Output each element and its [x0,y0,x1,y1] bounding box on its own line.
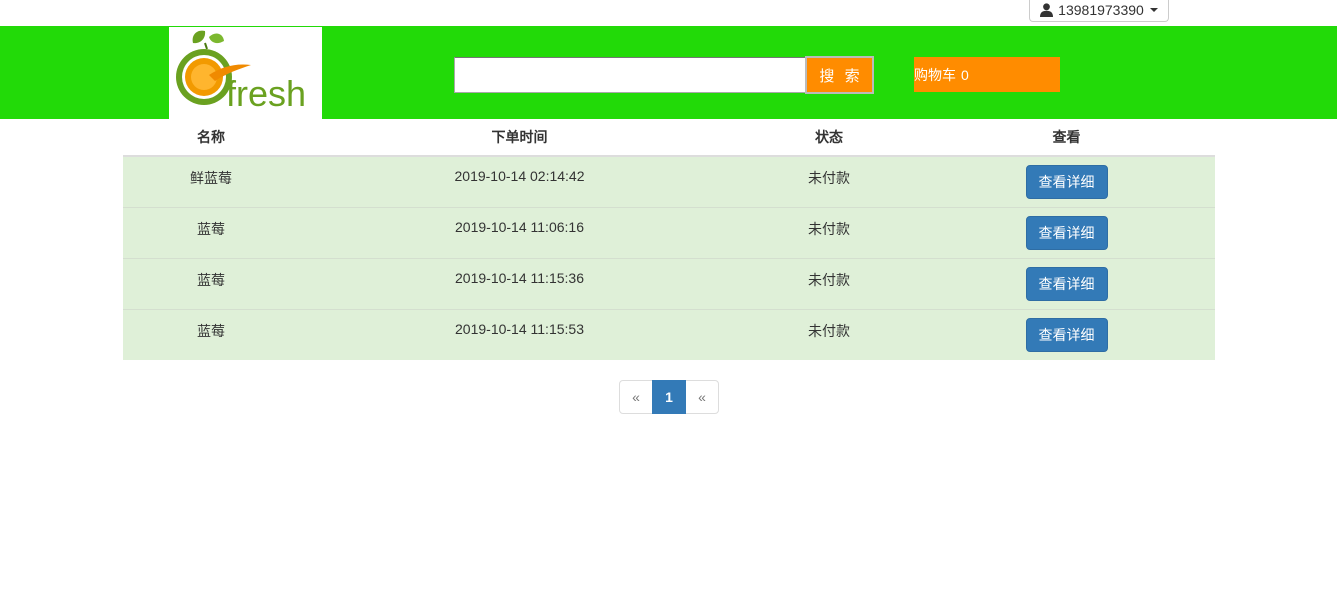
column-header-view: 查看 [918,119,1215,157]
page-number-1[interactable]: 1 [652,380,686,414]
search-button[interactable]: 搜 索 [805,56,874,94]
order-status: 未付款 [740,308,918,360]
top-bar: 13981973390 [0,0,1337,26]
site-header: fresh 搜 索 购物车 0 [0,26,1337,119]
logo-image: fresh [176,30,306,114]
cart-label: 购物车 [914,66,956,83]
order-name: 蓝莓 [123,308,299,360]
cart-count: 0 [961,66,969,83]
column-header-time: 下单时间 [299,119,740,157]
column-header-name: 名称 [123,119,299,157]
table-row: 蓝莓 2019-10-14 11:15:53 未付款 查看详细 [123,308,1215,360]
view-details-button[interactable]: 查看详细 [1025,165,1108,199]
table-row: 鲜蓝莓 2019-10-14 02:14:42 未付款 查看详细 [123,156,1215,207]
logo[interactable]: fresh [169,27,322,119]
order-time: 2019-10-14 02:14:42 [299,156,740,207]
user-phone: 13981973390 [1058,2,1144,18]
page-prev-button[interactable]: « [619,380,653,414]
order-action-cell: 查看详细 [918,206,1215,258]
orders-table: 名称 下单时间 状态 查看 鲜蓝莓 2019-10-14 02:14:42 未付… [123,119,1215,360]
view-details-button[interactable]: 查看详细 [1025,266,1108,301]
svg-text:fresh: fresh [226,73,306,114]
order-status: 未付款 [740,206,918,258]
table-header-row: 名称 下单时间 状态 查看 [123,119,1215,157]
page-next-button[interactable]: « [685,380,719,414]
order-status: 未付款 [740,257,918,309]
cart-button[interactable]: 购物车 0 [914,57,1060,92]
order-time: 2019-10-14 11:06:16 [299,206,740,258]
order-name: 鲜蓝莓 [123,156,299,207]
order-name: 蓝莓 [123,257,299,309]
chevron-down-icon [1149,8,1158,12]
view-details-button[interactable]: 查看详细 [1025,317,1108,352]
view-details-button[interactable]: 查看详细 [1025,215,1108,250]
order-status: 未付款 [740,156,918,207]
user-icon [1040,3,1054,17]
table-row: 蓝莓 2019-10-14 11:06:16 未付款 查看详细 [123,206,1215,258]
pagination: « 1 « [619,380,719,414]
search-input[interactable] [454,57,806,93]
order-time: 2019-10-14 11:15:36 [299,257,740,309]
order-action-cell: 查看详细 [918,308,1215,360]
order-time: 2019-10-14 11:15:53 [299,308,740,360]
order-action-cell: 查看详细 [918,257,1215,309]
user-menu-button[interactable]: 13981973390 [1029,0,1169,22]
order-action-cell: 查看详细 [918,156,1215,207]
order-name: 蓝莓 [123,206,299,258]
table-row: 蓝莓 2019-10-14 11:15:36 未付款 查看详细 [123,257,1215,309]
column-header-status: 状态 [740,119,918,157]
